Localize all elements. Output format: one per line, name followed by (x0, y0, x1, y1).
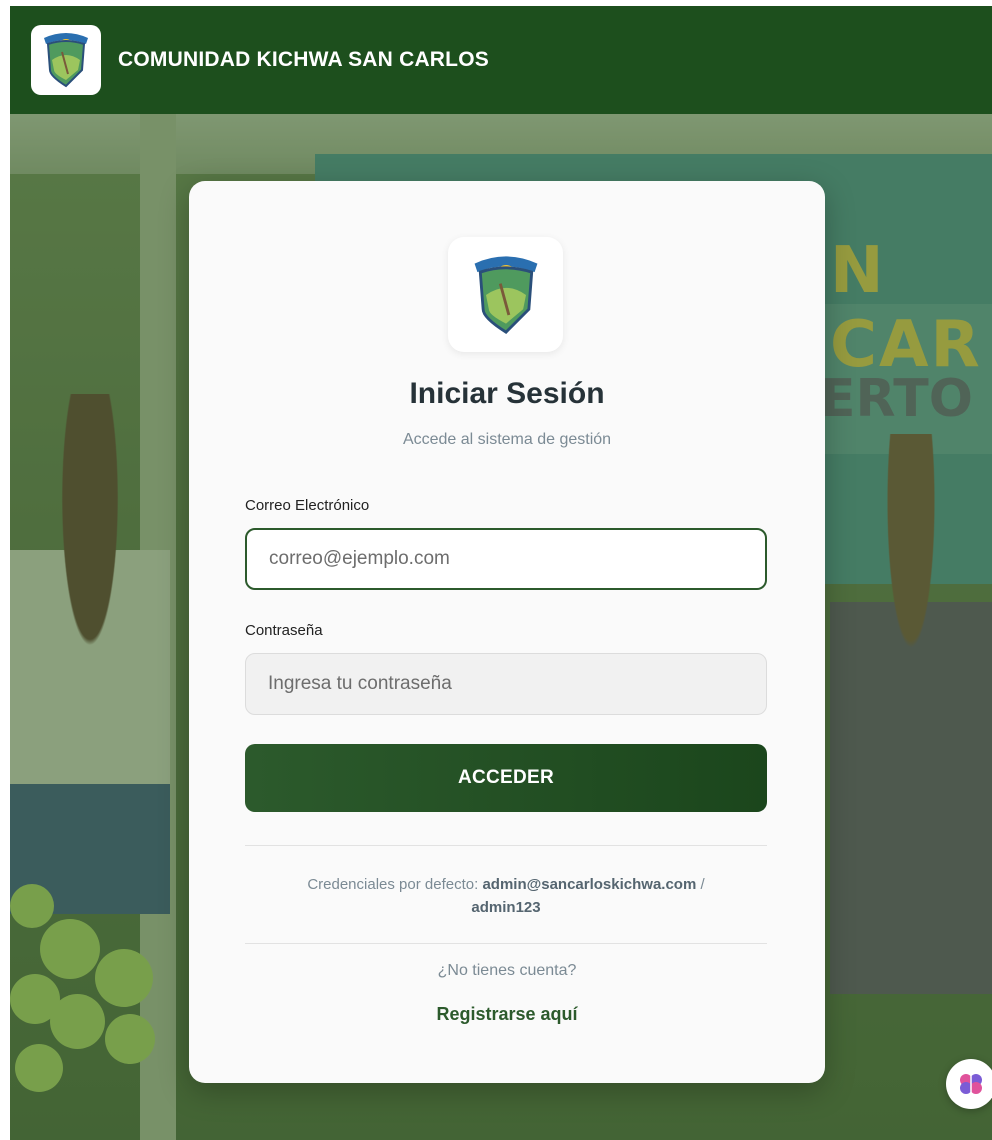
email-field[interactable] (245, 528, 767, 590)
brain-icon (960, 1074, 982, 1094)
header-logo[interactable] (31, 25, 101, 95)
app-frame: N CAR ERTO COMUNIDAD KICHWA SAN CARLOS I… (10, 6, 992, 1140)
credentials-email: admin@sancarloskichwa.com (482, 876, 697, 893)
login-card: Iniciar Sesión Accede al sistema de gest… (189, 181, 825, 1083)
login-submit-button[interactable]: ACCEDER (245, 744, 767, 812)
top-header: COMUNIDAD KICHWA SAN CARLOS (10, 6, 992, 114)
community-shield-logo-icon (474, 255, 537, 334)
divider (245, 943, 767, 944)
no-account-text: ¿No tienes cuenta? (437, 962, 577, 979)
credentials-prefix: Credenciales por defecto: (307, 876, 479, 893)
password-field[interactable] (245, 653, 767, 715)
login-title: Iniciar Sesión (409, 377, 605, 410)
community-shield-logo-icon (44, 33, 88, 88)
header-title: COMUNIDAD KICHWA SAN CARLOS (118, 48, 489, 71)
login-subtitle: Accede al sistema de gestión (402, 431, 612, 448)
register-link[interactable]: Registrarse aquí (189, 1004, 825, 1025)
password-label: Contraseña (245, 622, 323, 639)
card-logo (448, 237, 563, 352)
floating-assistant-button[interactable] (946, 1059, 992, 1109)
credentials-password: admin123 (471, 899, 541, 916)
divider (245, 845, 767, 846)
default-credentials-text: Credenciales por defecto: admin@sancarlo… (245, 873, 767, 919)
email-label: Correo Electrónico (245, 497, 370, 514)
credentials-separator: / (700, 876, 705, 893)
